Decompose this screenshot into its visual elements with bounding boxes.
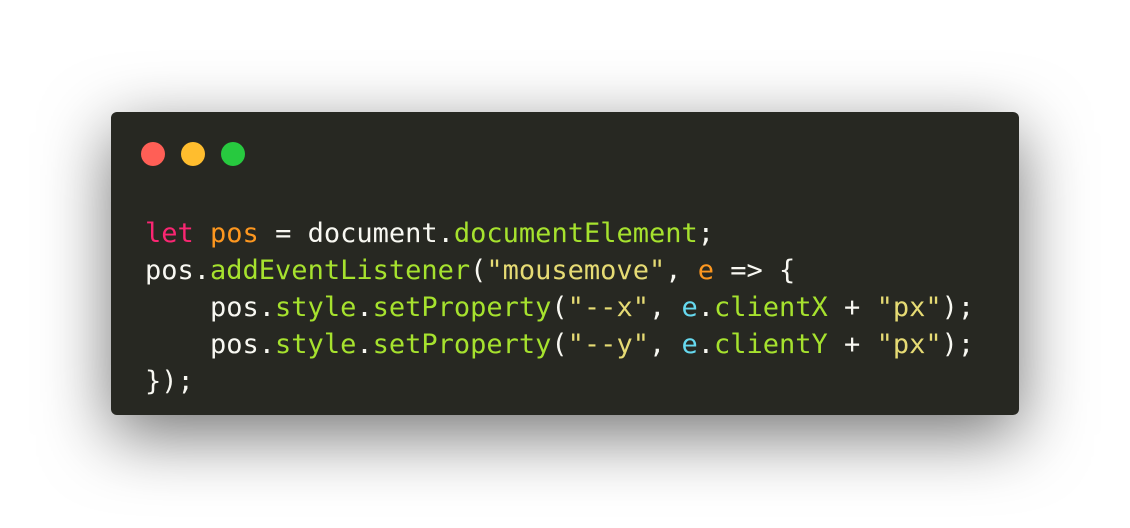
code-window: let pos = document.documentElement; pos.a… (111, 112, 1019, 415)
code-token-function: clientX (714, 292, 828, 323)
code-line: pos.style.setProperty("--y", e.clientY +… (145, 326, 974, 363)
code-token-default: ( (551, 329, 568, 360)
code-token-default: pos. (145, 329, 276, 360)
code-token-default: ( (470, 255, 487, 286)
code-token-default: , (648, 292, 682, 323)
code-token-default: = document. (258, 218, 454, 249)
code-token-default: + (827, 329, 877, 360)
code-token-function: addEventListener (210, 255, 471, 286)
minimize-window-button[interactable] (181, 142, 205, 166)
code-token-default: . (356, 329, 373, 360)
code-token-variable: e (697, 255, 714, 286)
code-token-keyword: let (145, 218, 194, 249)
code-line: }); (145, 363, 974, 400)
code-token-default (194, 218, 210, 249)
code-token-default: ; (697, 218, 715, 249)
code-token-function: setProperty (372, 292, 552, 323)
code-token-param: e (681, 292, 698, 323)
code-token-default: . (356, 292, 373, 323)
code-block: let pos = document.documentElement; pos.a… (145, 215, 974, 400)
code-line: pos.addEventListener("mousemove", e => { (145, 252, 974, 289)
code-token-string: "px" (876, 292, 942, 323)
code-token-default: ); (941, 292, 975, 323)
code-token-default: . (697, 292, 714, 323)
code-line: pos.style.setProperty("--x", e.clientX +… (145, 289, 974, 326)
code-line: let pos = document.documentElement; (145, 215, 974, 252)
code-token-function: style (275, 292, 357, 323)
code-token-default: ( (551, 292, 568, 323)
code-token-default: => { (713, 255, 796, 286)
code-token-string: "--y" (567, 329, 649, 360)
code-token-default: . (697, 329, 714, 360)
code-token-function: clientY (714, 329, 828, 360)
window-controls (141, 142, 245, 166)
code-token-string: "--x" (567, 292, 649, 323)
code-token-string: "px" (876, 329, 942, 360)
code-token-default: pos. (145, 292, 276, 323)
code-token-function: documentElement (453, 218, 698, 249)
code-token-default: + (827, 292, 877, 323)
code-token-default: , (648, 329, 682, 360)
code-token-default: , (665, 255, 698, 286)
code-token-default: }); (145, 366, 194, 397)
code-token-default: pos. (145, 255, 211, 286)
code-token-param: e (681, 329, 698, 360)
code-token-function: setProperty (372, 329, 552, 360)
canvas: let pos = document.documentElement; pos.a… (0, 0, 1130, 528)
code-token-string: "mousemove" (486, 255, 666, 286)
code-token-variable: pos (210, 218, 259, 249)
code-token-default: ); (941, 329, 975, 360)
maximize-window-button[interactable] (221, 142, 245, 166)
close-window-button[interactable] (141, 142, 165, 166)
code-token-function: style (275, 329, 357, 360)
